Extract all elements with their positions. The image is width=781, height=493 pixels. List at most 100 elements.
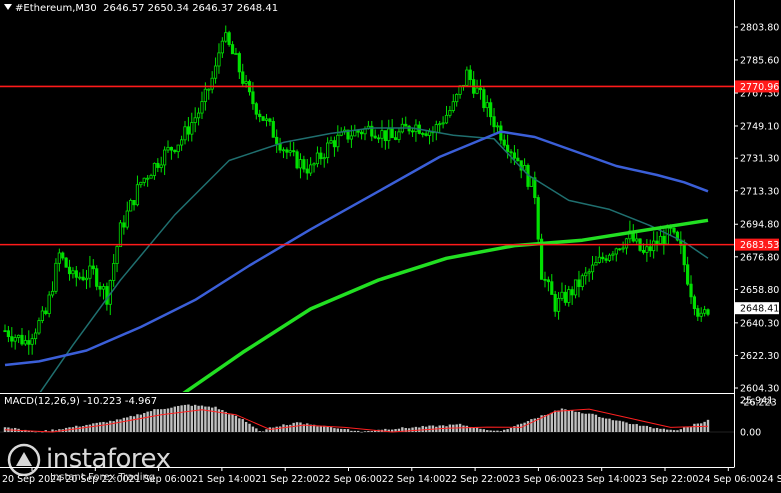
candle-body [84,277,89,281]
candle-body [696,308,700,317]
macd-bar [350,430,353,432]
macd-bar [659,428,662,432]
macd-bar [255,428,258,432]
candle-body [590,264,595,273]
candle-body [288,150,292,153]
macd-bar [139,414,143,432]
macd-bar [85,424,88,432]
candle-body [438,123,442,126]
candle-body [550,281,554,295]
candle-body [6,330,10,338]
macd-bar [193,404,197,432]
macd-bar [248,423,251,432]
candle-body [410,130,415,133]
macd-bar [598,416,601,432]
candle-body [475,87,479,94]
macd-bar [333,428,336,432]
macd-bar [187,404,190,432]
macd-bar [153,409,156,432]
macd-bar [550,412,553,432]
candle-body [448,110,452,116]
symbol-header: #Ethereum,M30 2646.57 2650.34 2646.37 26… [4,3,278,14]
candle-body [81,276,85,281]
macd-bar [683,427,686,432]
macd-bar [92,423,95,432]
macd-bar [353,430,357,432]
candle-body [258,113,262,118]
macd-bar [523,422,526,432]
candle-body [95,268,99,287]
candle-body [40,310,44,322]
candle-body [682,244,686,266]
macd-bar [696,423,700,432]
chart-canvas[interactable]: 2803.802785.602767.302749.102731.302713.… [0,0,781,489]
candle-body [577,279,581,288]
candle-body [156,162,160,168]
macd-bar [278,426,282,432]
candle-body [315,152,320,165]
candle-body [190,122,194,135]
candle-body [285,149,289,153]
candle-body [3,330,7,333]
candle-body [302,159,306,170]
macd-bar [509,427,513,432]
macd-bar [516,424,520,432]
candle-body [421,133,425,135]
macd-bar [686,426,689,432]
candle-body [373,135,377,139]
candle-body [309,164,313,174]
candle-body [169,146,174,151]
candle-body [516,157,520,162]
macd-bar [564,409,567,432]
macd-bar [261,431,265,432]
candle-body [390,128,394,139]
candle-body [118,222,123,247]
macd-bar [170,407,173,432]
macd-bar [275,426,278,432]
macd-bar [625,422,628,432]
macd-tick-label: -26.223 [740,398,777,409]
symbol-label: #Ethereum,M30 [15,3,97,14]
macd-bar [594,414,598,432]
macd-bar [102,421,105,432]
macd-bar [414,426,418,432]
candle-body [349,135,354,140]
macd-bar [676,430,679,432]
candle-body [20,334,24,345]
macd-bar [143,413,146,432]
time-tick-label: 23 Sep 14:00 [572,474,635,485]
candle-body [686,264,690,285]
candle-body [74,270,78,278]
candle-body [98,285,102,290]
candle-body [648,246,652,252]
macd-bar [652,428,655,432]
logo-mark-icon [7,443,41,476]
macd-bar [129,415,132,432]
candle-body [146,177,150,180]
candle-body [652,240,656,252]
candle-body [387,128,391,142]
candle-body [312,163,316,166]
candle-body [13,337,17,342]
candle-body [64,257,68,268]
dropdown-triangle-icon[interactable] [4,4,12,10]
macd-bar [336,428,340,432]
chart-window[interactable]: 2803.80 2785.60 2767.30 2749.10 2731.30 2713.… [0,0,781,489]
macd-bar [258,431,261,432]
macd-bar [642,425,645,432]
price-tick-label: 2676.80 [740,252,779,263]
candle-body [207,88,211,91]
candle-body [546,279,550,283]
candle-body [594,262,598,266]
macd-bar [577,411,581,432]
macd-bar [662,428,666,432]
candle-body [495,125,500,128]
candle-body [383,130,387,142]
candle-body [322,157,326,160]
macd-bar [231,414,234,432]
macd-bar [421,425,424,432]
candle-body [101,286,106,290]
price-tick-label: 2731.30 [740,154,779,165]
candle-body [356,130,360,133]
candle-body [261,116,265,121]
